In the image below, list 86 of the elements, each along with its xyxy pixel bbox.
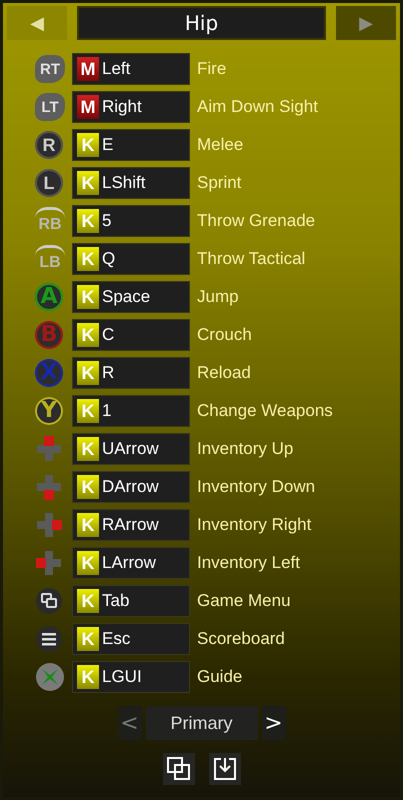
key-name: LArrow (102, 553, 156, 573)
action-label: Crouch (197, 325, 252, 345)
action-label: Guide (197, 667, 242, 687)
copy-button[interactable] (162, 753, 194, 785)
input-source-badge: K (77, 589, 99, 613)
key-name: C (102, 325, 114, 345)
key-name: R (102, 363, 114, 383)
action-label: Inventory Right (197, 515, 312, 535)
input-source-badge: K (77, 551, 99, 575)
input-source-badge: K (77, 627, 99, 651)
key-name: Tab (102, 591, 130, 611)
input-source-badge: K (77, 475, 99, 499)
action-label: Throw Tactical (197, 249, 306, 269)
action-label: Melee (197, 135, 244, 155)
download-icon (212, 756, 238, 782)
stick-icon: L (35, 169, 63, 197)
key-binding-field[interactable]: K LGUI (72, 661, 190, 693)
key-name: Left (102, 59, 130, 79)
input-source-badge: K (77, 133, 99, 157)
key-name: E (102, 135, 114, 155)
input-source-badge: K (77, 361, 99, 385)
input-source-badge: K (77, 171, 99, 195)
key-name: 1 (102, 401, 112, 421)
action-label: Inventory Up (197, 439, 294, 459)
action-label: Throw Grenade (197, 211, 316, 231)
key-binding-field[interactable]: K 1 (72, 395, 190, 427)
action-label: Game Menu (197, 591, 291, 611)
input-source-badge: K (77, 399, 99, 423)
key-binding-field[interactable]: K LShift (72, 167, 190, 199)
action-label: Inventory Left (197, 553, 300, 573)
input-source-badge: M (77, 57, 99, 81)
key-binding-field[interactable]: K 5 (72, 205, 190, 237)
key-binding-field[interactable]: K RArrow (72, 509, 190, 541)
key-name: Space (102, 287, 150, 307)
input-source-badge: M (77, 95, 99, 119)
view-button-icon (35, 587, 63, 615)
action-label: Scoreboard (197, 629, 285, 649)
action-label: Change Weapons (197, 401, 333, 421)
key-name: LGUI (102, 667, 142, 687)
key-binding-field[interactable]: K LArrow (72, 547, 190, 579)
next-button[interactable]: > (262, 706, 286, 740)
key-binding-field[interactable]: K E (72, 129, 190, 161)
key-binding-field[interactable]: K Q (72, 243, 190, 275)
key-name: Q (102, 249, 116, 269)
trigger-icon: LT (35, 93, 65, 121)
key-binding-field[interactable]: K C (72, 319, 190, 351)
menu-icon (35, 625, 63, 653)
key-name: DArrow (102, 477, 159, 497)
key-binding-field[interactable]: M Left (72, 53, 190, 85)
face-button-icon: X (35, 359, 63, 387)
action-label: Sprint (197, 173, 242, 193)
key-binding-field[interactable]: K UArrow (72, 433, 190, 465)
key-name: LShift (102, 173, 146, 193)
key-binding-field[interactable]: M Right (72, 91, 190, 123)
key-binding-field[interactable]: K Tab (72, 585, 190, 617)
input-source-badge: K (77, 209, 99, 233)
input-source-badge: K (77, 247, 99, 271)
input-source-badge: K (77, 285, 99, 309)
key-binding-field[interactable]: K Space (72, 281, 190, 313)
input-source-badge: K (77, 437, 99, 461)
key-binding-field[interactable]: K DArrow (72, 471, 190, 503)
layout-label: Primary (146, 706, 258, 740)
stick-icon: R (35, 131, 63, 159)
face-button-icon: Y (35, 397, 63, 425)
input-source-badge: K (77, 513, 99, 537)
key-name: RArrow (102, 515, 159, 535)
key-name: Esc (102, 629, 130, 649)
face-button-icon: A (35, 283, 63, 311)
download-button[interactable] (208, 753, 240, 785)
action-label: Reload (197, 363, 251, 383)
key-name: UArrow (102, 439, 159, 459)
profile-title: Hip (77, 6, 326, 40)
key-binding-field[interactable]: K Esc (72, 623, 190, 655)
guide-button-icon (35, 662, 65, 692)
key-binding-field[interactable]: K R (72, 357, 190, 389)
input-source-badge: K (77, 665, 99, 689)
copy-icon (166, 756, 192, 782)
action-label: Aim Down Sight (197, 97, 318, 117)
input-source-badge: K (77, 323, 99, 347)
key-name: 5 (102, 211, 112, 231)
trigger-icon: RT (35, 55, 65, 83)
action-label: Jump (197, 287, 239, 307)
action-label: Inventory Down (197, 477, 316, 497)
key-name: Right (102, 97, 142, 117)
face-button-icon: B (35, 321, 63, 349)
action-label: Fire (197, 59, 226, 79)
